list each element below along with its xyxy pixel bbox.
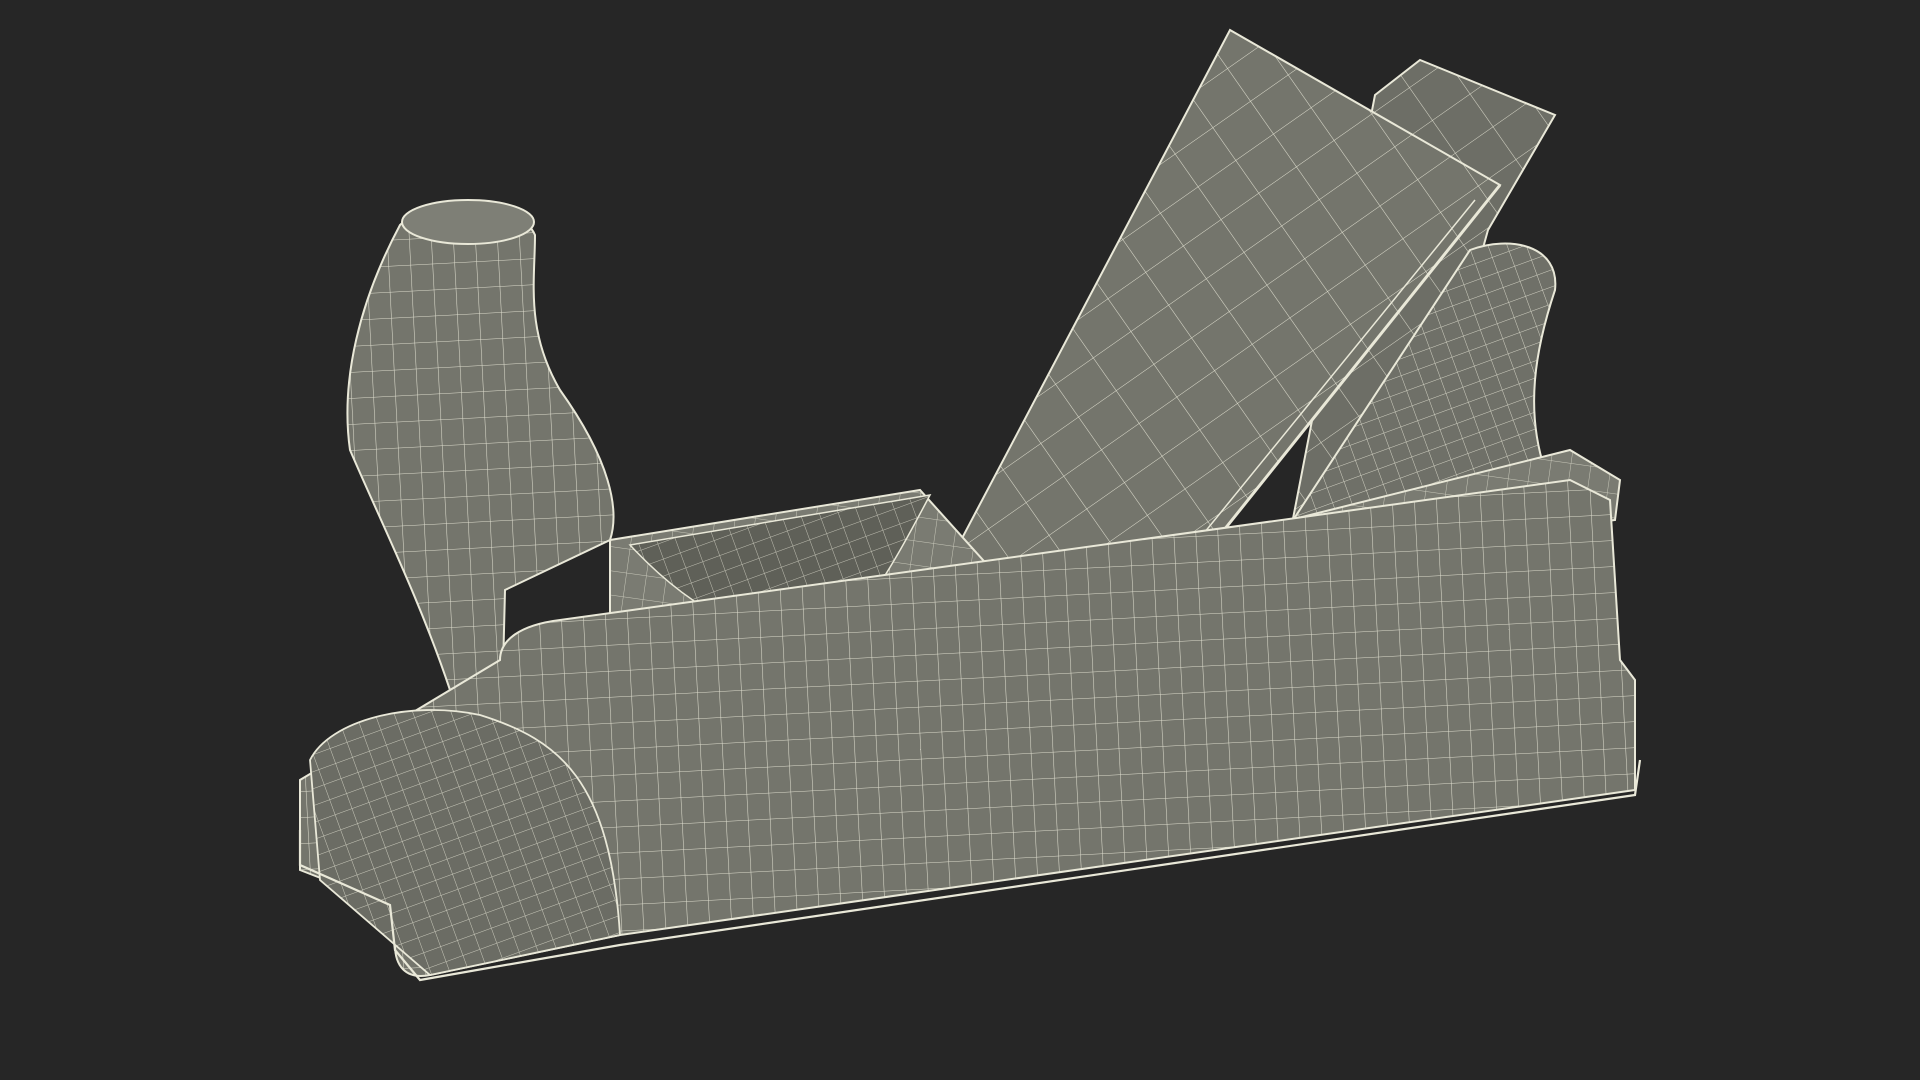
render-viewport bbox=[0, 0, 1920, 1080]
wood-plane-model bbox=[298, 28, 1642, 982]
